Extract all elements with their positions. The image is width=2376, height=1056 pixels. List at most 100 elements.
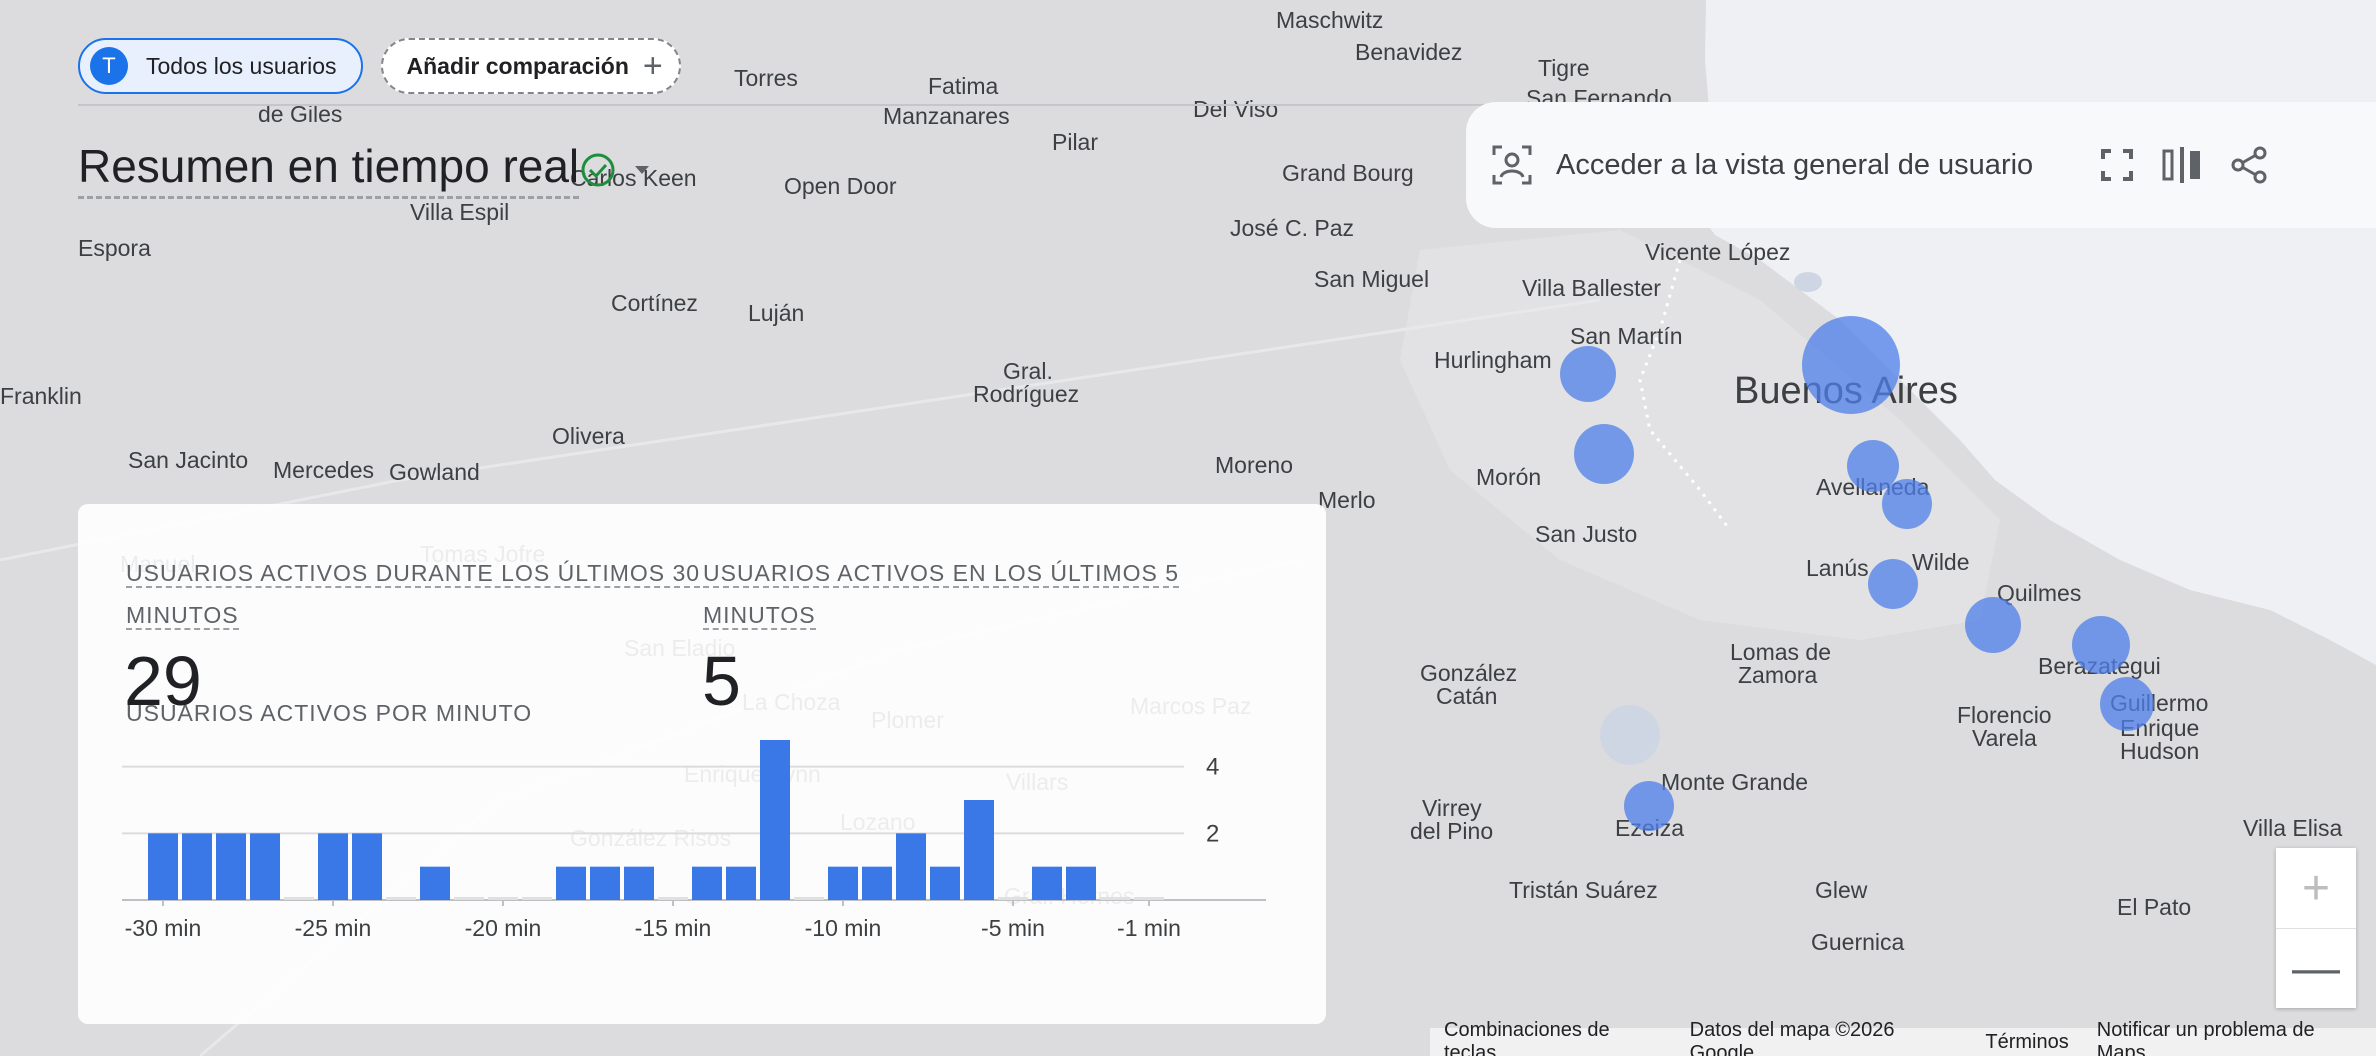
check-circle-icon	[581, 153, 615, 187]
share-icon[interactable]	[2229, 145, 2269, 185]
map-label: Manzanares	[883, 103, 1010, 129]
user-overview-link[interactable]: Acceder a la vista general de usuario	[1556, 149, 2033, 182]
map-label: Cortínez	[611, 290, 698, 316]
fullscreen-icon[interactable]	[2099, 147, 2135, 183]
map-label: Mercedes	[273, 457, 374, 483]
caret-down-icon[interactable]	[632, 160, 652, 180]
bar	[1100, 897, 1130, 900]
map-label: Open Door	[784, 173, 897, 199]
metrics-panel: USUARIOS ACTIVOS DURANTE LOS ÚLTIMOS 30 …	[78, 504, 1326, 1024]
map-label: Catán	[1436, 683, 1497, 709]
map-label: Lanús	[1806, 555, 1869, 581]
bar	[760, 740, 790, 900]
active-users-5-label[interactable]: USUARIOS ACTIVOS EN LOS ÚLTIMOS 5 MINUTO…	[703, 552, 1180, 636]
add-comparison-label: Añadir comparación	[406, 52, 629, 79]
bar	[998, 897, 1028, 900]
keyboard-shortcuts-link[interactable]: Combinaciones de teclas	[1430, 1019, 1676, 1056]
map-label: Torres	[734, 65, 798, 91]
plus-icon: +	[642, 47, 663, 85]
bar	[726, 866, 756, 900]
bar	[692, 866, 722, 900]
map-label: San Jacinto	[128, 447, 248, 473]
bubble-ezeiza[interactable]	[1624, 781, 1674, 831]
bar	[1134, 897, 1164, 900]
add-comparison-chip[interactable]: Añadir comparación +	[380, 38, 681, 94]
x-tick-label: -20 min	[465, 915, 542, 941]
compare-view-icon[interactable]	[2161, 145, 2203, 185]
bar	[148, 833, 178, 900]
x-tick-label: -1 min	[1117, 915, 1181, 941]
map-label: Glew	[1815, 877, 1868, 903]
zoom-in-button[interactable]: +	[2276, 848, 2356, 928]
bubble-moron[interactable]	[1574, 424, 1634, 484]
bar	[1066, 866, 1096, 900]
bar	[964, 800, 994, 900]
bubble-quilmes[interactable]	[1965, 597, 2021, 653]
bar	[862, 866, 892, 900]
map-label: del Pino	[1410, 818, 1493, 844]
map-zoom-controls: + —	[2276, 848, 2356, 1008]
bar	[828, 866, 858, 900]
map-label: Hudson	[2120, 738, 2199, 764]
user-overview-card: Acceder a la vista general de usuario	[1466, 102, 2376, 228]
bar	[386, 897, 416, 900]
map-label: Wilde	[1912, 549, 1970, 575]
map-label: Luján	[748, 300, 804, 326]
bubble-wilde[interactable]	[1882, 479, 1932, 529]
map-label: Quilmes	[1997, 580, 2081, 606]
bar	[624, 866, 654, 900]
map-label: San Miguel	[1314, 266, 1429, 292]
per-minute-label: USUARIOS ACTIVOS POR MINUTO	[126, 700, 533, 726]
map-label: Tigre	[1538, 55, 1590, 81]
x-tick-label: -10 min	[805, 915, 882, 941]
bubble-hudson[interactable]	[2100, 677, 2154, 731]
map-label: Grand Bourg	[1282, 160, 1414, 186]
map-label: San Martín	[1570, 323, 1683, 349]
header-divider	[78, 104, 1678, 106]
bar	[454, 897, 484, 900]
bar	[930, 866, 960, 900]
map-label: Zamora	[1738, 662, 1817, 688]
bubble-lanus[interactable]	[1868, 559, 1918, 609]
x-tick-label: -15 min	[635, 915, 712, 941]
bar	[250, 833, 280, 900]
bubble-buenos-aires[interactable]	[1802, 316, 1900, 414]
map-label: Hurlingham	[1434, 347, 1552, 373]
map-label: Merlo	[1318, 487, 1376, 513]
page-title: Resumen en tiempo real	[78, 138, 580, 199]
all-users-chip[interactable]: T Todos los usuarios	[78, 38, 363, 94]
bar	[318, 833, 348, 900]
map-label: Monte Grande	[1661, 769, 1808, 795]
map-label: Guernica	[1811, 929, 1905, 955]
x-tick-label: -30 min	[125, 915, 202, 941]
bar	[420, 866, 450, 900]
bubble-hurlingham[interactable]	[1560, 346, 1616, 402]
map-label: Villa Ballester	[1522, 275, 1661, 301]
title-status	[578, 150, 652, 190]
bar	[1032, 866, 1062, 900]
map-label: Gowland	[389, 459, 480, 485]
map-label: Vicente López	[1645, 239, 1790, 265]
bubble-avellaneda[interactable]	[1847, 440, 1899, 492]
bar	[522, 897, 552, 900]
x-tick-label: -5 min	[981, 915, 1045, 941]
active-users-30-label[interactable]: USUARIOS ACTIVOS DURANTE LOS ÚLTIMOS 30 …	[126, 552, 701, 636]
map-label: Espora	[78, 235, 151, 261]
map-data-credit: Datos del mapa ©2026 Google	[1689, 1019, 1895, 1056]
map-label: Pilar	[1052, 129, 1098, 155]
map-label: Benavidez	[1355, 39, 1462, 65]
bubble-berazategui[interactable]	[2072, 616, 2130, 674]
map-label: Tristán Suárez	[1509, 877, 1658, 903]
bar	[352, 833, 382, 900]
map-label: Del Viso	[1193, 96, 1278, 122]
user-snapshot-icon[interactable]	[1490, 143, 1534, 187]
y-tick-label: 2	[1206, 820, 1219, 847]
bar	[658, 897, 688, 900]
bar	[488, 897, 518, 900]
zoom-out-button[interactable]: —	[2276, 928, 2356, 1008]
map-footer: Combinaciones de teclas Datos del mapa ©…	[1430, 1019, 2376, 1056]
terms-link[interactable]: Términos	[1971, 1031, 2082, 1054]
bar	[182, 833, 212, 900]
comparison-chips: T Todos los usuarios Añadir comparación …	[78, 38, 681, 94]
report-problem-link[interactable]: Notificar un problema de Maps	[2083, 1019, 2376, 1056]
